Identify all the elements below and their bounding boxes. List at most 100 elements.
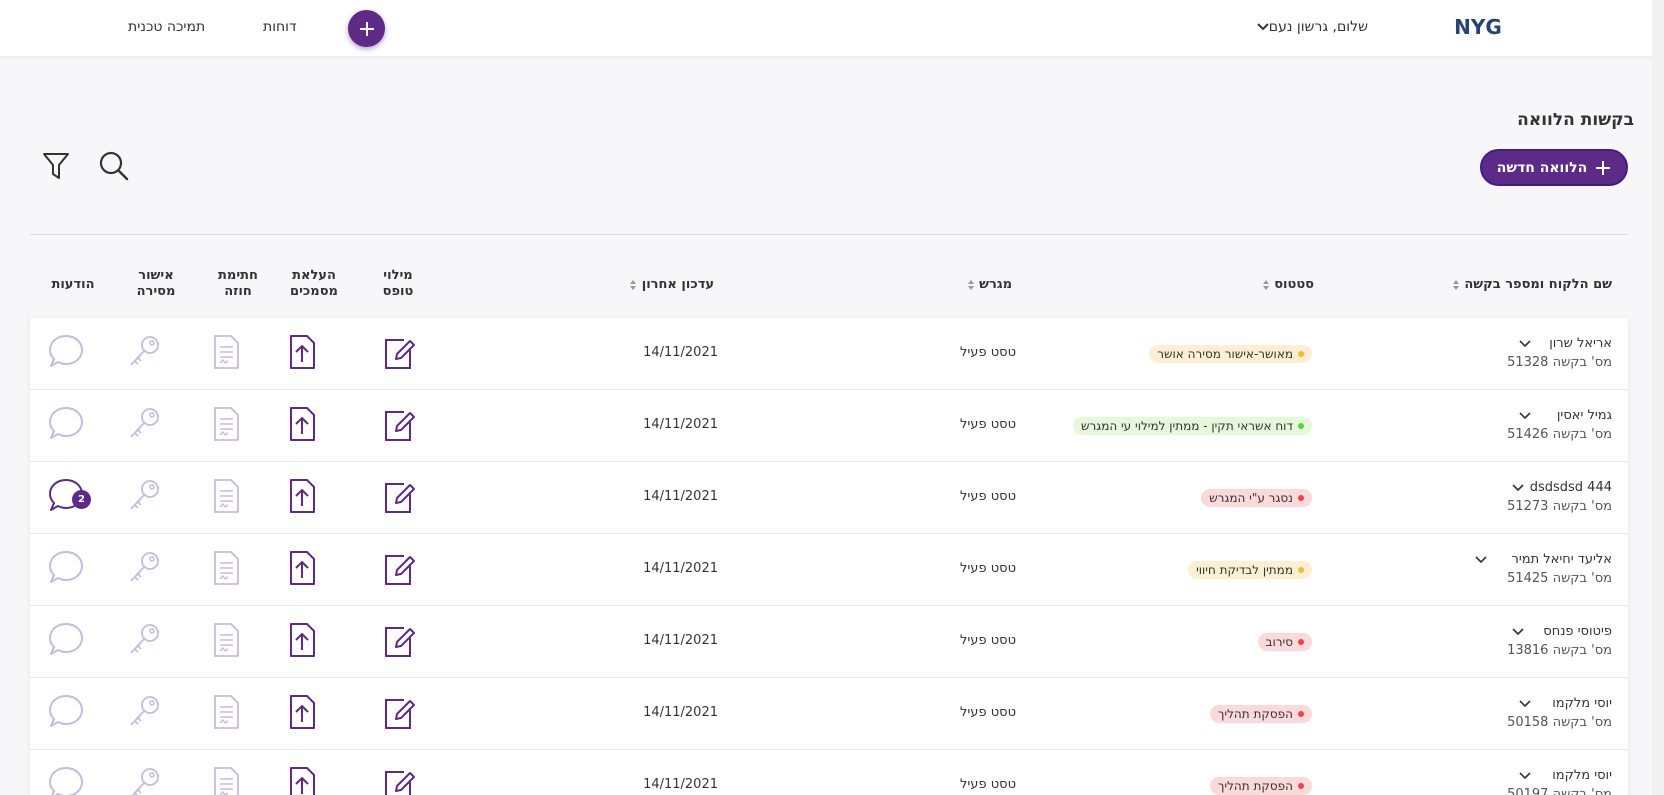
nav-reports-link[interactable]: דוחות	[263, 19, 297, 35]
request-number: מס' בקשה 51273	[1507, 499, 1612, 514]
table-row[interactable]: אריאל שרון מס' בקשה 51328 מאושר-אישור מסיר…	[30, 318, 1628, 390]
chevron-down-icon[interactable]	[1475, 556, 1487, 564]
chevron-down-icon[interactable]	[1519, 772, 1531, 780]
client-name: dsdsdsd 444	[1529, 480, 1612, 495]
key-icon[interactable]	[126, 476, 162, 516]
sort-icon[interactable]	[967, 279, 975, 291]
header-range[interactable]: מגרש	[967, 277, 1012, 293]
client-name: אריאל שרון	[1549, 336, 1612, 351]
nyg-logo[interactable]: NYG	[1448, 14, 1508, 40]
contract-sign-icon[interactable]	[208, 404, 244, 444]
filter-icon[interactable]	[42, 151, 70, 181]
key-icon[interactable]	[126, 692, 162, 732]
chevron-down-icon[interactable]	[1512, 628, 1524, 636]
contract-sign-icon[interactable]	[208, 692, 244, 732]
message-count-badge: 2	[72, 490, 91, 509]
client-name: יוסי מלקמו	[1552, 768, 1612, 783]
edit-form-icon[interactable]	[380, 332, 416, 372]
upload-icon[interactable]	[284, 692, 320, 732]
table-row[interactable]: גמיל יאסין מס' בקשה 51426 דוח אשראי תקין -…	[30, 390, 1628, 462]
header-client[interactable]: שם הלקוח ומספר בקשה	[1452, 277, 1612, 293]
edit-form-icon[interactable]	[380, 620, 416, 660]
range-name: טסט פעיל	[960, 705, 1016, 720]
key-icon[interactable]	[126, 548, 162, 588]
plus-icon	[1596, 160, 1611, 175]
table-row[interactable]: פיטוסי פנחס מס' בקשה 13816 סירוב טסט פעיל 14…	[30, 606, 1628, 678]
contract-sign-icon[interactable]	[208, 476, 244, 516]
range-name: טסט פעיל	[960, 345, 1016, 360]
key-icon[interactable]	[126, 332, 162, 372]
chevron-down-icon[interactable]	[1256, 22, 1270, 32]
upload-icon[interactable]	[284, 764, 320, 795]
table-row[interactable]: אליעד יחיאל תמיר מס' בקשה 51425 ממתין לבדי…	[30, 534, 1628, 606]
table-row[interactable]: יוסי מלקמו מס' בקשה 50197 הפסקת תהליך טסט פ…	[30, 750, 1628, 795]
key-icon[interactable]	[126, 620, 162, 660]
nav-support-link[interactable]: תמיכה טכנית	[128, 19, 205, 35]
range-name: טסט פעיל	[960, 417, 1016, 432]
table-row[interactable]: dsdsdsd 444 מס' בקשה 51273 נסגר ע"י המגרש ט…	[30, 462, 1628, 534]
quick-add-button[interactable]	[348, 10, 385, 47]
key-icon[interactable]	[126, 404, 162, 444]
header-messages: הודעות	[51, 277, 95, 292]
sort-icon[interactable]	[629, 279, 637, 291]
range-name: טסט פעיל	[960, 489, 1016, 504]
last-updated: 14/11/2021	[643, 417, 718, 432]
status-dot	[1298, 351, 1304, 357]
scrollbar[interactable]	[1652, 0, 1664, 795]
key-icon[interactable]	[126, 764, 162, 795]
request-number: מס' בקשה 50158	[1507, 715, 1612, 730]
chat-bubble-icon[interactable]	[48, 404, 84, 444]
chat-bubble-icon[interactable]	[48, 620, 84, 660]
edit-form-icon[interactable]	[380, 548, 416, 588]
last-updated: 14/11/2021	[643, 705, 718, 720]
header-status[interactable]: סטטוס	[1262, 277, 1314, 293]
edit-form-icon[interactable]	[380, 764, 416, 795]
request-number: מס' בקשה 51328	[1507, 355, 1612, 370]
last-updated: 14/11/2021	[643, 489, 718, 504]
status-dot	[1298, 711, 1304, 717]
svg-text:NYG: NYG	[1454, 15, 1502, 39]
contract-sign-icon[interactable]	[208, 620, 244, 660]
range-name: טסט פעיל	[960, 561, 1016, 576]
chat-bubble-icon[interactable]	[48, 548, 84, 588]
request-number: מס' בקשה 51425	[1507, 571, 1612, 586]
header-approve-delivery: אישור מסירה	[136, 268, 176, 299]
last-updated: 14/11/2021	[643, 633, 718, 648]
sort-icon[interactable]	[1452, 279, 1460, 291]
header-fill-form: מילוי טופס	[382, 268, 414, 299]
chat-bubble-icon[interactable]	[48, 764, 84, 795]
header-updated[interactable]: עדכון אחרון	[629, 277, 714, 293]
chevron-down-icon[interactable]	[1519, 340, 1531, 348]
chevron-down-icon[interactable]	[1512, 484, 1524, 492]
edit-form-icon[interactable]	[380, 404, 416, 444]
page-title: בקשות הלוואה	[1517, 110, 1634, 130]
search-icon[interactable]	[98, 150, 130, 182]
client-name: אליעד יחיאל תמיר	[1511, 552, 1613, 567]
chat-bubble-icon[interactable]	[48, 332, 84, 372]
status-dot	[1298, 495, 1304, 501]
chevron-down-icon[interactable]	[1519, 700, 1531, 708]
user-greeting[interactable]: שלום, גרשון נעם	[1269, 19, 1368, 35]
new-loan-button[interactable]: הלוואה חדשה	[1480, 149, 1628, 186]
upload-icon[interactable]	[284, 620, 320, 660]
status-badge: הפסקת תהליך	[1209, 705, 1312, 723]
upload-icon[interactable]	[284, 548, 320, 588]
upload-icon[interactable]	[284, 476, 320, 516]
sort-icon[interactable]	[1262, 279, 1270, 291]
status-badge: הפסקת תהליך	[1209, 777, 1312, 795]
status-dot	[1298, 423, 1304, 429]
contract-sign-icon[interactable]	[208, 332, 244, 372]
chevron-down-icon[interactable]	[1519, 412, 1531, 420]
contract-sign-icon[interactable]	[208, 548, 244, 588]
edit-form-icon[interactable]	[380, 476, 416, 516]
client-name: יוסי מלקמו	[1552, 696, 1612, 711]
edit-form-icon[interactable]	[380, 692, 416, 732]
upload-icon[interactable]	[284, 404, 320, 444]
chat-bubble-icon[interactable]	[48, 692, 84, 732]
contract-sign-icon[interactable]	[208, 764, 244, 795]
table-row[interactable]: יוסי מלקמו מס' בקשה 50158 הפסקת תהליך טסט פ…	[30, 678, 1628, 750]
upload-icon[interactable]	[284, 332, 320, 372]
status-dot	[1298, 567, 1304, 573]
last-updated: 14/11/2021	[643, 777, 718, 792]
new-loan-label: הלוואה חדשה	[1496, 159, 1588, 176]
